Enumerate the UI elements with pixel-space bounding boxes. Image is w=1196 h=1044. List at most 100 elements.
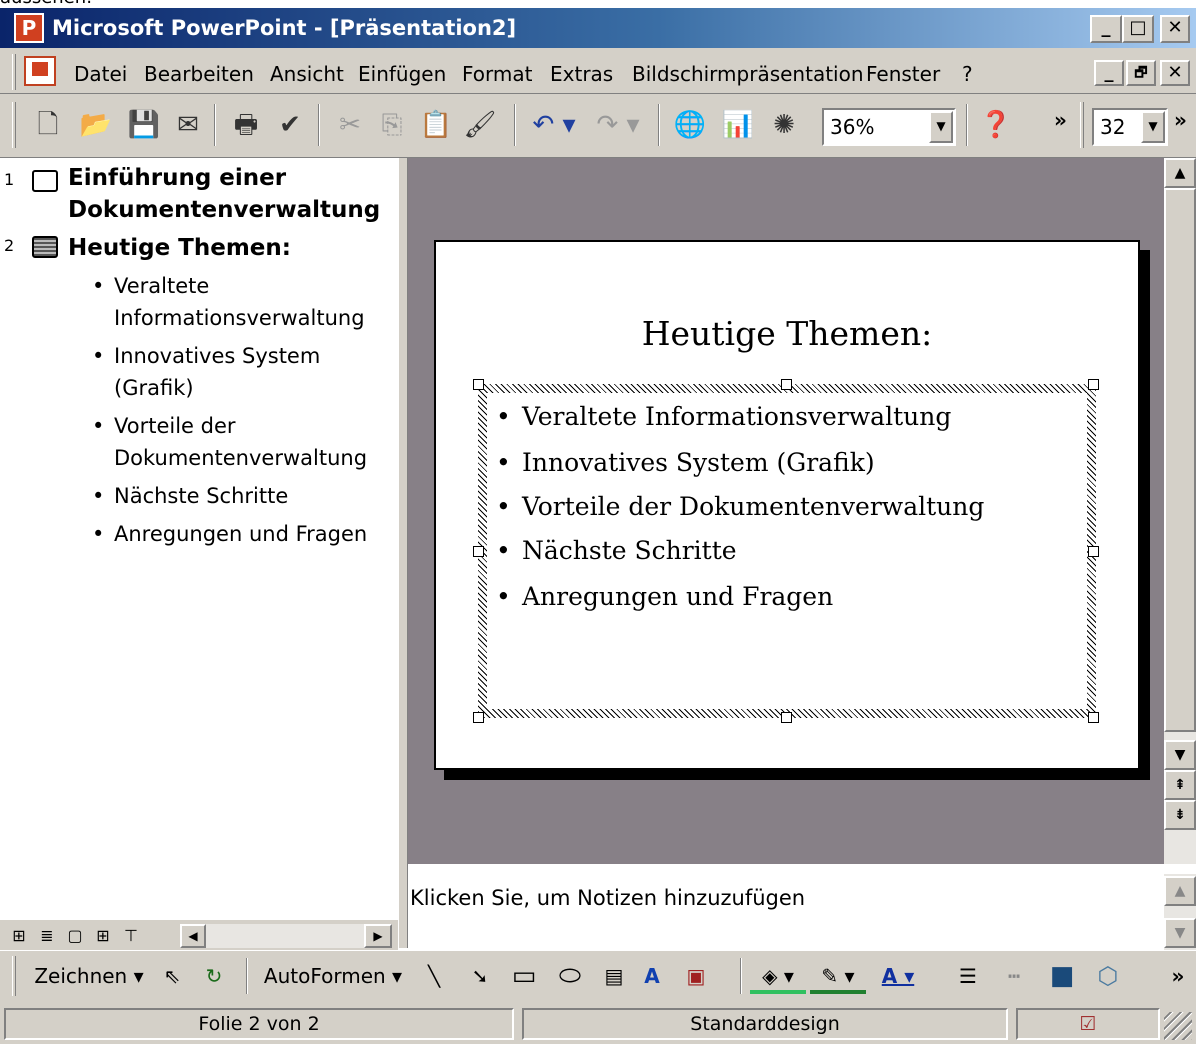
slide-bullet[interactable]: Anregungen und Fragen [522, 580, 833, 614]
free-rotate-icon[interactable]: ↻ [196, 958, 232, 994]
previous-slide-icon[interactable]: ⇞ [1164, 770, 1196, 800]
slide-sorter-icon[interactable]: ⊞ [90, 924, 116, 948]
outline-bullet[interactable]: Anregungen und Fragen [114, 518, 367, 550]
spelling-status-icon[interactable]: ☑ [1016, 1008, 1160, 1040]
resize-handle[interactable] [473, 379, 484, 390]
resize-handle[interactable] [1088, 379, 1099, 390]
oval-icon[interactable]: ⬭ [552, 958, 588, 994]
outline-bullet[interactable]: Dokumentenverwaltung [114, 442, 367, 474]
print-icon[interactable]: 🖶 [226, 104, 266, 146]
menu-help[interactable]: ? [962, 61, 973, 87]
dash-style-icon[interactable]: ┅ [996, 958, 1032, 994]
slide-bullet[interactable]: Veraltete Informationsverwaltung [522, 400, 951, 434]
next-slide-icon[interactable]: ⇟ [1164, 800, 1196, 830]
resize-grip-icon[interactable] [1164, 1012, 1192, 1040]
slide-bullet[interactable]: Vorteile der Dokumentenverwaltung [522, 490, 984, 524]
slide-icon[interactable] [32, 170, 58, 192]
pane-splitter[interactable] [398, 158, 408, 948]
redo-icon[interactable]: ↷ ▾ [590, 104, 646, 146]
resize-handle[interactable] [1088, 712, 1099, 723]
outline-bullet[interactable]: (Grafik) [114, 372, 194, 404]
fill-color-icon[interactable]: ◈ ▾ [750, 958, 806, 994]
undo-icon[interactable]: ↶ ▾ [526, 104, 582, 146]
slide-title[interactable]: Heutige Themen: [434, 312, 1140, 356]
maximize-button[interactable]: □ [1122, 15, 1154, 43]
outline-bullet[interactable]: Vorteile der [114, 410, 236, 442]
menu-datei[interactable]: Datei [74, 61, 127, 87]
expand-icon[interactable]: ✺ [764, 104, 804, 146]
resize-handle[interactable] [781, 379, 792, 390]
3d-icon[interactable]: ⬡ [1090, 958, 1126, 994]
chart-icon[interactable]: 📊 [718, 104, 758, 146]
scroll-down-icon[interactable]: ▼ [1164, 740, 1196, 770]
rectangle-icon[interactable]: ▭ [506, 958, 542, 994]
menu-bildschirmpraesentation[interactable]: Bildschirmpräsentation [632, 61, 864, 87]
resize-handle[interactable] [781, 712, 792, 723]
text-box-icon[interactable]: ▤ [596, 958, 632, 994]
doc-restore-button[interactable]: 🗗 [1126, 60, 1156, 86]
slide-show-icon[interactable]: ⊤ [118, 924, 144, 948]
toolbar-grip[interactable] [12, 956, 16, 996]
select-cursor-icon[interactable]: ⇖ [154, 958, 190, 994]
normal-view-icon[interactable]: ⊞ [6, 924, 32, 948]
outline-bullet[interactable]: Veraltete [114, 270, 209, 302]
resize-handle[interactable] [1088, 546, 1099, 557]
outline-slide-title[interactable]: Heutige Themen: [68, 232, 291, 264]
draw-menu[interactable]: Zeichnen ▾ [30, 958, 148, 994]
slide-bullet[interactable]: Innovatives System (Grafik) [522, 446, 875, 480]
line-icon[interactable]: ╲ [416, 958, 452, 994]
font-color-icon[interactable]: A ▾ [870, 958, 926, 994]
chevron-down-icon[interactable]: ▼ [929, 111, 953, 143]
arrow-icon[interactable]: ➘ [462, 958, 498, 994]
wordart-icon[interactable]: A [634, 958, 670, 994]
scroll-down-icon[interactable]: ▼ [1164, 918, 1196, 948]
more-buttons-icon[interactable]: » [1164, 958, 1192, 994]
format-painter-icon[interactable]: 🖌 [460, 104, 500, 146]
menu-einfuegen[interactable]: Einfügen [358, 61, 446, 87]
more-buttons-icon[interactable]: » [1054, 108, 1067, 132]
notes-placeholder[interactable]: Klicken Sie, um Notizen hinzuzufügen [410, 884, 805, 912]
spelling-icon[interactable]: ✔ [270, 104, 310, 146]
document-icon[interactable] [24, 56, 56, 86]
scroll-thumb[interactable] [1164, 188, 1196, 732]
menu-extras[interactable]: Extras [550, 61, 613, 87]
doc-close-button[interactable]: ✕ [1160, 60, 1190, 86]
line-color-icon[interactable]: ✎ ▾ [810, 958, 866, 994]
outline-slide-title[interactable]: Dokumentenverwaltung [68, 194, 380, 226]
menu-bar-grip[interactable] [12, 54, 16, 90]
help-icon[interactable]: ❓ [976, 104, 1016, 146]
powerpoint-app-icon[interactable]: P [14, 13, 44, 43]
outline-bullet[interactable]: Innovatives System [114, 340, 320, 372]
outline-view-icon[interactable]: ≣ [34, 924, 60, 948]
resize-handle[interactable] [473, 712, 484, 723]
toolbar-grip[interactable] [12, 102, 16, 148]
slide-icon[interactable] [32, 236, 58, 258]
more-buttons-icon[interactable]: » [1174, 108, 1187, 132]
email-icon[interactable]: ✉ [168, 104, 208, 146]
chevron-down-icon[interactable]: ▼ [1141, 111, 1165, 143]
menu-format[interactable]: Format [462, 61, 532, 87]
close-button[interactable]: ✕ [1160, 15, 1190, 43]
menu-fenster[interactable]: Fenster [866, 61, 940, 87]
open-icon[interactable]: 📂 [76, 104, 116, 146]
paste-icon[interactable]: 📋 [416, 104, 456, 146]
zoom-combo[interactable]: 36% ▼ [822, 108, 956, 146]
shadow-icon[interactable]: ■ [1044, 958, 1080, 994]
font-size-combo[interactable]: 32 ▼ [1092, 108, 1168, 146]
menu-bearbeiten[interactable]: Bearbeiten [144, 61, 254, 87]
line-style-icon[interactable]: ☰ [950, 958, 986, 994]
scroll-up-icon[interactable]: ▲ [1164, 876, 1196, 906]
new-icon[interactable]: 🗋 [28, 104, 68, 146]
slide-bullet[interactable]: Nächste Schritte [522, 534, 737, 568]
menu-ansicht[interactable]: Ansicht [270, 61, 344, 87]
slide-view-icon[interactable]: ▢ [62, 924, 88, 948]
toolbar-grip[interactable] [1080, 102, 1084, 148]
web-icon[interactable]: 🌐 [670, 104, 710, 146]
save-icon[interactable]: 💾 [124, 104, 164, 146]
clipart-icon[interactable]: ▣ [678, 958, 714, 994]
resize-handle[interactable] [473, 546, 484, 557]
horizontal-scroll-track[interactable] [206, 924, 364, 948]
copy-icon[interactable]: ⎘ [372, 104, 412, 146]
outline-bullet[interactable]: Nächste Schritte [114, 480, 288, 512]
outline-slide-title[interactable]: Einführung einer [68, 162, 286, 194]
